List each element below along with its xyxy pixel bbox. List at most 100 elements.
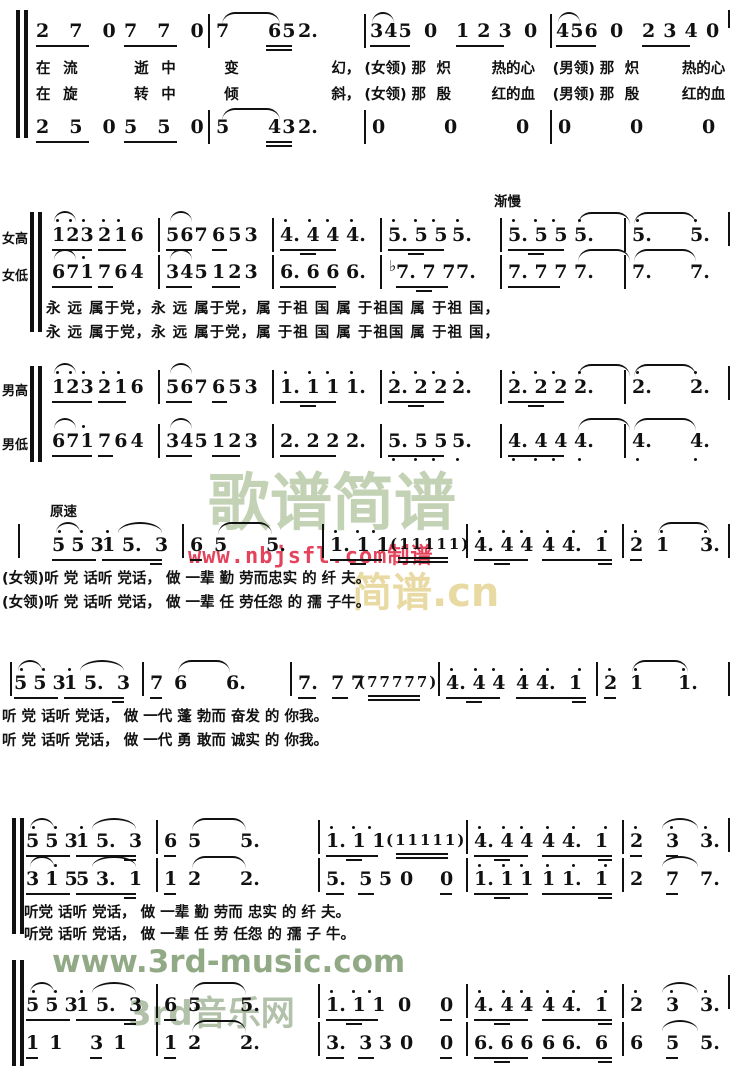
beam-line — [358, 893, 374, 895]
slur — [92, 856, 136, 867]
note-group: 5. — [574, 224, 594, 246]
note-group: 3. — [700, 994, 720, 1016]
note-group: 31 — [90, 1032, 137, 1054]
octave-dot — [546, 668, 549, 671]
octave-dot — [32, 826, 35, 829]
beam-line — [542, 855, 612, 857]
barline — [272, 424, 274, 458]
slur — [662, 856, 698, 867]
note-group: 4 4. 1 — [542, 994, 609, 1016]
system-barline-left-1 — [24, 10, 28, 138]
octave-dot — [392, 219, 395, 222]
beam-line — [266, 141, 292, 143]
octave-dot — [117, 371, 120, 374]
note-group: 4 4. 1 — [542, 830, 609, 852]
note-group: 0 — [372, 116, 386, 138]
note-group: 7. — [456, 261, 476, 283]
octave-dot — [117, 219, 120, 222]
voice-label-tenor: 男高 — [2, 384, 29, 399]
barline — [318, 984, 320, 1018]
beam-line — [440, 893, 452, 895]
octave-dot — [392, 371, 395, 374]
note-group: 1. 1 1 — [474, 868, 534, 890]
note-group: 1 — [164, 868, 178, 890]
octave-dot — [54, 826, 57, 829]
octave-dot — [604, 990, 607, 993]
octave-dot — [456, 371, 459, 374]
system-brace-3 — [30, 366, 34, 462]
octave-dot — [330, 826, 333, 829]
note-group: 6 6. 6 — [542, 1032, 609, 1054]
barline — [622, 524, 624, 558]
note-group: 4. — [690, 430, 710, 452]
octave-dot — [478, 530, 481, 533]
octave-dot — [69, 219, 72, 222]
lyric-line: 听 党 话听 党话， 做 一代 勇 敢而 诚实 的 你我。 — [2, 733, 328, 749]
beam-line — [666, 893, 678, 895]
beam-line — [280, 401, 336, 403]
beam-line — [528, 253, 544, 255]
note-group: 5. — [700, 1032, 720, 1054]
octave-dot-low — [552, 458, 555, 461]
note-group: 1 — [656, 534, 670, 556]
note-group: 2. — [240, 868, 260, 890]
barline — [272, 218, 274, 252]
system-brace-6 — [12, 818, 16, 934]
beam-line — [556, 45, 596, 47]
lyric-line: 永 远 属于党，永 远 属于党，属 于祖 国 属 于祖国 属 于祖 国， — [46, 301, 501, 317]
octave-dot — [368, 990, 371, 993]
barline — [318, 820, 320, 854]
note-group: 1. 1 1 — [326, 994, 386, 1016]
octave-dot — [368, 826, 371, 829]
note-group: 5. — [452, 224, 472, 246]
note-group: 7. — [632, 261, 652, 283]
note-group: 7. — [700, 868, 720, 890]
barline — [272, 255, 274, 289]
beam-line — [508, 455, 564, 457]
beam-line — [166, 286, 192, 288]
note-group: 345 — [166, 430, 209, 452]
note-group: 4. 4 4 — [474, 534, 534, 556]
barline — [624, 255, 626, 289]
barline — [380, 255, 382, 289]
octave-dot-low — [392, 458, 395, 461]
octave-dot — [546, 864, 549, 867]
octave-dot — [478, 864, 481, 867]
barline — [500, 370, 502, 404]
octave-dot — [520, 668, 523, 671]
octave-dot-low — [414, 458, 417, 461]
watermark-3rd-music: www.3rd-music.com — [52, 944, 406, 980]
octave-dot — [546, 990, 549, 993]
beam-line — [326, 1057, 344, 1059]
beam-line — [164, 1057, 176, 1059]
octave-dot — [604, 826, 607, 829]
system-brace-2 — [30, 212, 34, 332]
beam-line — [416, 290, 432, 292]
octave-dot — [512, 219, 515, 222]
note-group: 1. — [678, 672, 698, 694]
note-group: 6 — [164, 830, 178, 852]
octave-dot — [20, 668, 23, 671]
octave-dot — [56, 371, 59, 374]
note-group: 2 — [188, 1032, 202, 1054]
barline — [364, 14, 366, 48]
note-group: 5 — [188, 830, 202, 852]
beam-line — [52, 455, 92, 457]
octave-dot — [456, 219, 459, 222]
octave-dot-low — [456, 458, 459, 461]
beam-line — [396, 286, 448, 288]
barline — [156, 820, 158, 854]
barline — [208, 14, 210, 48]
octave-dot — [352, 990, 355, 993]
octave-dot — [54, 990, 57, 993]
beam-line — [14, 697, 58, 699]
slur — [92, 818, 136, 829]
voice-label-alto: 女低 — [2, 269, 29, 284]
octave-dot — [68, 668, 71, 671]
system-barline-right-2 — [728, 212, 730, 246]
lyric-line: 听党 话听 党话， 做 一辈 任 劳 任怨 的 孺 子 牛。 — [24, 927, 356, 943]
note-group: 6. 6 6 — [280, 261, 340, 283]
note-group: 5. 5 5 — [508, 224, 568, 246]
note-group: 3 — [666, 830, 680, 852]
note-group: 2. — [690, 376, 710, 398]
